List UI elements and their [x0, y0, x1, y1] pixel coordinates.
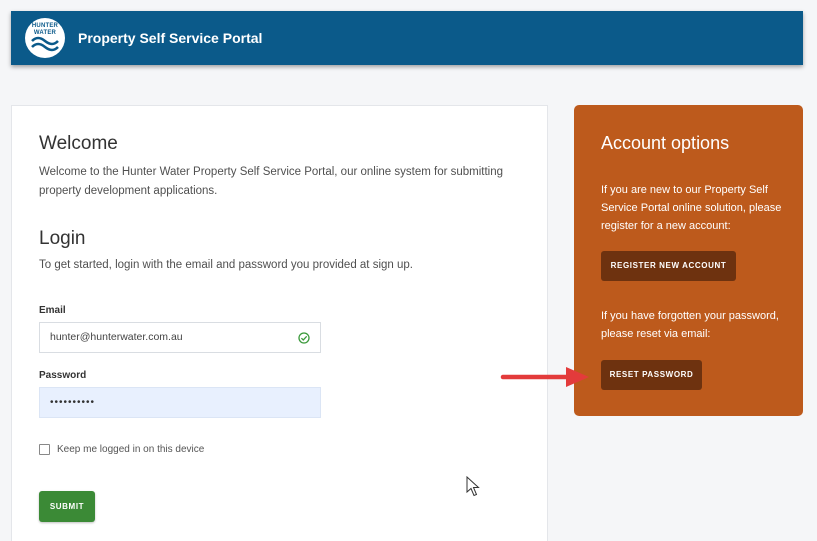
wave-icon [31, 36, 59, 52]
submit-button[interactable]: SUBMIT [39, 491, 95, 522]
password-label: Password [39, 370, 87, 381]
hunter-water-logo[interactable]: HUNTER WATER [25, 18, 65, 58]
password-field[interactable]: •••••••••• [39, 387, 321, 418]
login-instructions: To get started, login with the email and… [39, 259, 413, 271]
account-options-title: Account options [601, 133, 730, 153]
mouse-cursor-icon [466, 476, 480, 497]
register-text: If you are new to our Property Self Serv… [601, 184, 782, 232]
header-bar: HUNTER WATER Property Self Service Porta… [11, 11, 803, 65]
logo-text: HUNTER WATER [31, 23, 59, 36]
account-options-panel: Account options If you are new to our Pr… [574, 105, 803, 416]
welcome-title: Welcome [39, 133, 118, 154]
email-label: Email [39, 305, 66, 316]
reset-password-button[interactable]: RESET PASSWORD [601, 360, 702, 390]
welcome-text: Welcome to the Hunter Water Property Sel… [39, 166, 504, 197]
check-circle-icon [298, 332, 310, 344]
register-new-account-button[interactable]: REGISTER NEW ACCOUNT [601, 251, 736, 281]
app-title: Property Self Service Portal [78, 30, 263, 46]
remember-checkbox[interactable] [39, 444, 50, 455]
remember-me[interactable]: Keep me logged in on this device [39, 444, 204, 455]
reset-text: If you have forgotten your password, ple… [601, 310, 779, 340]
email-value: hunter@hunterwater.com.au [50, 331, 183, 343]
remember-label: Keep me logged in on this device [57, 444, 205, 455]
red-arrow-icon [500, 367, 589, 387]
password-value: •••••••••• [50, 397, 96, 408]
login-title: Login [39, 228, 86, 249]
email-field[interactable]: hunter@hunterwater.com.au [39, 322, 321, 353]
